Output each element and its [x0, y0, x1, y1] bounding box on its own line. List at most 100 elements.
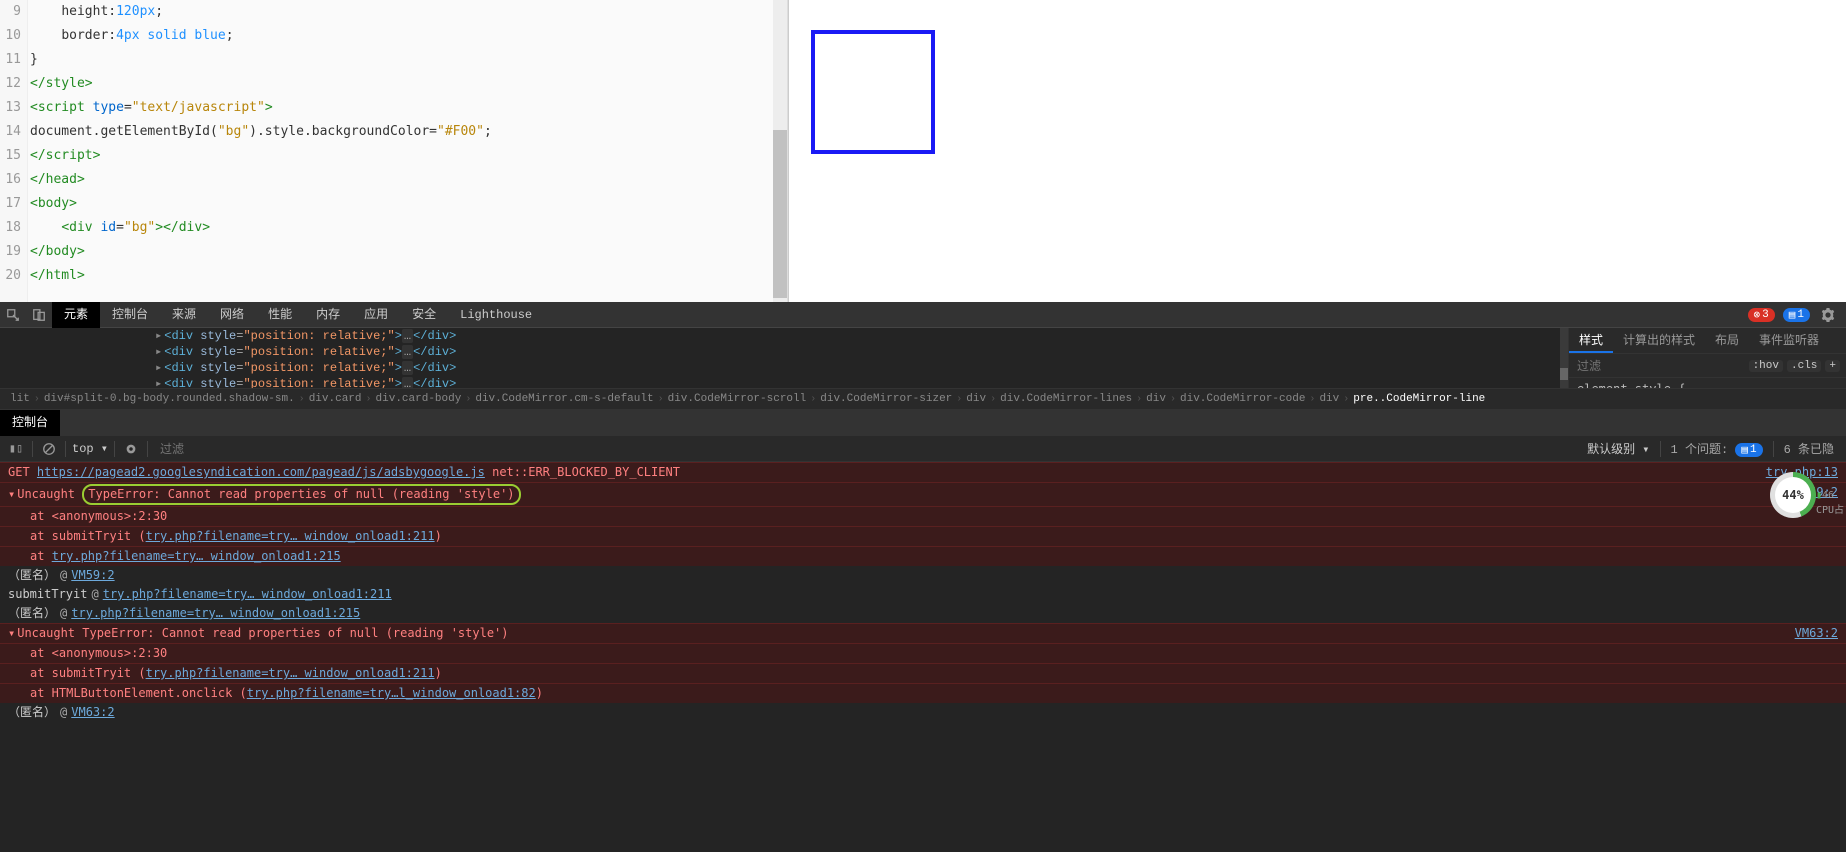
scrollbar-thumb[interactable] [1560, 368, 1568, 380]
stack-link[interactable]: try.php?filename=try… window_onload1:211 [146, 666, 435, 680]
console-stack[interactable]: at submitTryit (try.php?filename=try… wi… [0, 663, 1846, 683]
inspect-icon[interactable] [0, 302, 26, 328]
line-number: 14 [0, 120, 21, 144]
breadcrumb-item[interactable]: div.CodeMirror-code [1176, 393, 1309, 405]
devtools-tab-4[interactable]: 性能 [256, 302, 304, 328]
blocked-url[interactable]: https://pagead2.googlesyndication.com/pa… [37, 465, 485, 479]
breadcrumb-item[interactable]: div.CodeMirror-sizer [816, 393, 956, 405]
trace-link[interactable]: VM59:2 [71, 568, 114, 582]
error-count-badge[interactable]: ⊗ 3 [1748, 308, 1775, 322]
breadcrumb-item[interactable]: div.CodeMirror-scroll [664, 393, 811, 405]
log-level-selector[interactable]: 默认级别 ▾ [1587, 440, 1649, 457]
line-number: 13 [0, 96, 21, 120]
settings-icon[interactable] [1818, 305, 1838, 325]
line-number: 16 [0, 168, 21, 192]
console-stack[interactable]: at try.php?filename=try… window_onload1:… [0, 546, 1846, 566]
console-trace[interactable]: （匿名）@VM59:2 [0, 566, 1846, 585]
clear-console-icon[interactable] [39, 439, 59, 459]
console-filter-input[interactable] [154, 442, 1581, 456]
devtools-tab-5[interactable]: 内存 [304, 302, 352, 328]
styles-tab-0[interactable]: 样式 [1569, 328, 1613, 353]
editor-scrollbar[interactable] [773, 0, 787, 302]
trace-link[interactable]: VM63:2 [71, 705, 114, 719]
styles-filter-row: :hov .cls + [1569, 354, 1846, 378]
stack-link[interactable]: try.php?filename=try… window_onload1:215 [52, 549, 341, 563]
console-error-1[interactable]: VM59:2▾Uncaught TypeError: Cannot read p… [0, 482, 1846, 506]
devtools-tab-1[interactable]: 控制台 [100, 302, 160, 328]
code-line[interactable]: </head> [30, 168, 787, 192]
trace-link[interactable]: try.php?filename=try… window_onload1:211 [103, 587, 392, 601]
separator [32, 441, 33, 457]
code-area[interactable]: height:120px; border:4px solid blue;}</s… [28, 0, 787, 302]
devtools-tab-3[interactable]: 网络 [208, 302, 256, 328]
code-line[interactable]: border:4px solid blue; [30, 24, 787, 48]
device-toggle-icon[interactable] [26, 302, 52, 328]
breadcrumb-item[interactable]: pre..CodeMirror-line [1349, 393, 1489, 405]
console-trace[interactable]: submitTryit@try.php?filename=try… window… [0, 585, 1846, 604]
sidebar-toggle-icon[interactable]: ▮▯ [6, 439, 26, 459]
devtools-tab-0[interactable]: 元素 [52, 302, 100, 328]
element-node[interactable]: ▸<div style="position: relative;">…</div… [155, 344, 1568, 360]
element-node[interactable]: ▸<div style="position: relative;">…</div… [155, 328, 1568, 344]
stack-link[interactable]: try.php?filename=try… window_onload1:211 [146, 529, 435, 543]
styles-filter-btn[interactable]: + [1825, 360, 1840, 372]
console-stack[interactable]: at HTMLButtonElement.onclick (try.php?fi… [0, 683, 1846, 703]
breadcrumb-item[interactable]: div.CodeMirror.cm-s-default [471, 393, 657, 405]
element-node[interactable]: ▸<div style="position: relative;">…</div… [155, 360, 1568, 376]
devtools-tab-8[interactable]: Lighthouse [448, 302, 544, 328]
code-line[interactable]: <script type="text/javascript"> [30, 96, 787, 120]
code-line[interactable]: <div id="bg"></div> [30, 216, 787, 240]
devtools-tab-6[interactable]: 应用 [352, 302, 400, 328]
expand-icon[interactable]: ▾ [8, 626, 15, 640]
element-node[interactable]: ▸<div style="position: relative;">…</div… [155, 376, 1568, 388]
elements-breadcrumb[interactable]: lit›div#split-0.bg-body.rounded.shadow-s… [0, 388, 1846, 410]
console-body[interactable]: 44% ▮46CPU占 try.php:13GET https://pagead… [0, 462, 1846, 852]
scrollbar-thumb[interactable] [773, 130, 787, 298]
breadcrumb-item[interactable]: lit [6, 393, 34, 405]
line-number: 15 [0, 144, 21, 168]
code-line[interactable]: </body> [30, 240, 787, 264]
breadcrumb-item[interactable]: div [962, 393, 990, 405]
breadcrumb-item[interactable]: div [1315, 393, 1343, 405]
code-line[interactable]: <body> [30, 192, 787, 216]
console-trace[interactable]: （匿名）@VM63:2 [0, 703, 1846, 722]
code-line[interactable]: } [30, 48, 787, 72]
breadcrumb-item[interactable]: div.CodeMirror-lines [996, 393, 1136, 405]
devtools-tab-7[interactable]: 安全 [400, 302, 448, 328]
code-line[interactable]: </html> [30, 264, 787, 288]
trace-link[interactable]: try.php?filename=try… window_onload1:215 [71, 606, 360, 620]
breadcrumb-item[interactable]: div#split-0.bg-body.rounded.shadow-sm. [40, 393, 299, 405]
issues-label[interactable]: 1 个问题: ▤ 1 [1671, 440, 1763, 457]
styles-filter-btn[interactable]: .cls [1787, 360, 1821, 372]
context-selector[interactable]: top ▾ [72, 441, 108, 456]
elements-scrollbar[interactable] [1560, 328, 1568, 388]
styles-tab-3[interactable]: 事件监听器 [1749, 328, 1829, 353]
console-stack[interactable]: at <anonymous>:2:30 [0, 643, 1846, 663]
code-line[interactable]: </style> [30, 72, 787, 96]
elements-panel[interactable]: ▸<div style="position: relative;">…</div… [0, 328, 1568, 388]
console-stack[interactable]: at submitTryit (try.php?filename=try… wi… [0, 526, 1846, 546]
drawer-console-tab[interactable]: 控制台 [0, 410, 60, 436]
expand-icon[interactable]: ▾ [8, 487, 15, 501]
code-line[interactable]: height:120px; [30, 0, 787, 24]
source-link[interactable]: VM63:2 [1795, 625, 1838, 642]
breadcrumb-item[interactable]: div [1142, 393, 1170, 405]
styles-filter-input[interactable] [1569, 359, 1743, 373]
styles-tab-2[interactable]: 布局 [1705, 328, 1749, 353]
console-trace[interactable]: （匿名）@try.php?filename=try… window_onload… [0, 604, 1846, 623]
live-expression-icon[interactable] [121, 439, 141, 459]
devtools-tab-2[interactable]: 来源 [160, 302, 208, 328]
breadcrumb-item[interactable]: div.card-body [372, 393, 466, 405]
console-error-2[interactable]: VM63:2▾Uncaught TypeError: Cannot read p… [0, 623, 1846, 643]
info-count-badge[interactable]: ▤ 1 [1783, 308, 1810, 322]
styles-filter-btn[interactable]: :hov [1749, 360, 1783, 372]
line-number: 18 [0, 216, 21, 240]
cpu-gauge: 44% [1770, 472, 1816, 518]
console-error-net[interactable]: try.php:13GET https://pagead2.googlesynd… [0, 462, 1846, 482]
code-line[interactable]: document.getElementById("bg").style.back… [30, 120, 787, 144]
styles-tab-1[interactable]: 计算出的样式 [1613, 328, 1705, 353]
breadcrumb-item[interactable]: div.card [305, 393, 366, 405]
stack-link[interactable]: try.php?filename=try…l_window_onload1:82 [247, 686, 536, 700]
code-line[interactable]: </script> [30, 144, 787, 168]
console-stack[interactable]: at <anonymous>:2:30 [0, 506, 1846, 526]
